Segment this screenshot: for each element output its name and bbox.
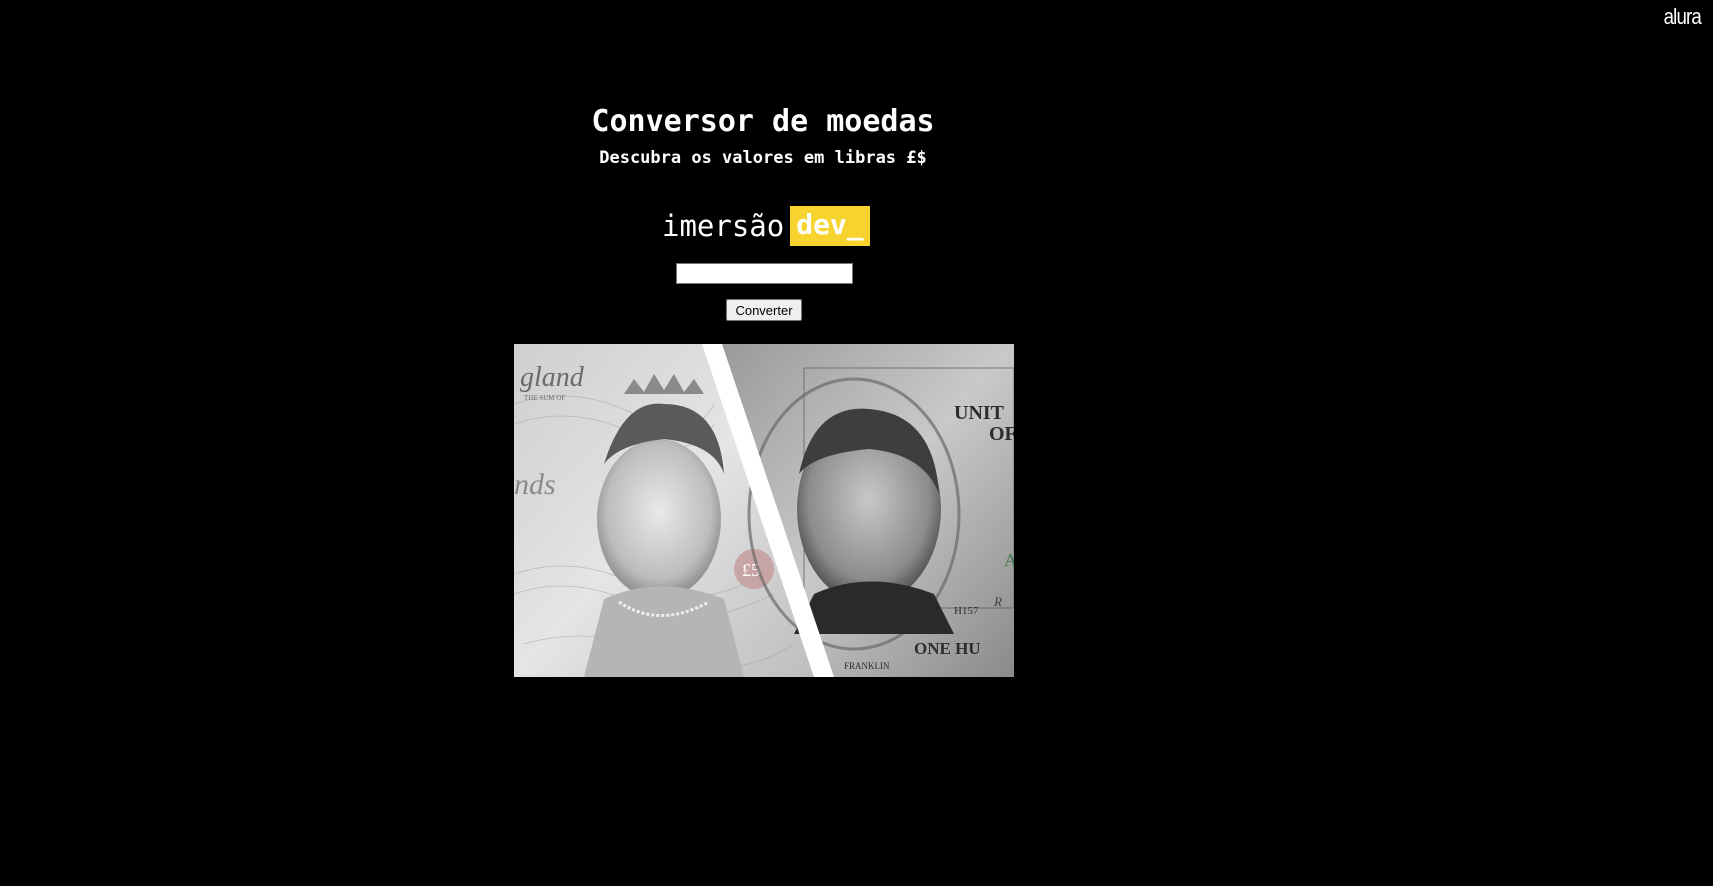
dollar-note-signature: R <box>993 594 1002 609</box>
window-edge <box>1713 0 1718 886</box>
pound-note-pounds-text: nds <box>514 468 556 501</box>
dollar-note-franklin-text: FRANKLIN <box>844 661 890 671</box>
imersao-dev-logo: imersão dev_ <box>662 205 870 247</box>
queen-portrait <box>597 439 721 599</box>
logo-light-text: imersão <box>662 209 785 243</box>
dollar-note-united-text: UNIT <box>954 402 1005 424</box>
dollar-note-one-hundred-text: ONE HU <box>914 639 981 658</box>
page-viewport: alura Conversor de moedas Descubra os va… <box>0 0 1713 886</box>
pound-note-text-england: gland <box>520 362 585 393</box>
dollar-note-green-letter: A <box>1004 550 1014 570</box>
alura-logo[interactable]: alura <box>1664 4 1702 30</box>
page-title: Conversor de moedas <box>591 104 935 139</box>
banknotes-image: gland THE SUM OF nds £5 UNIT OF H157 ONE… <box>514 344 1014 677</box>
page-subtitle: Descubra os valores em libras £$ <box>599 148 927 168</box>
pound-note-small-text: THE SUM OF <box>524 394 565 402</box>
logo-badge: dev_ <box>790 206 870 246</box>
convert-button[interactable]: Converter <box>726 299 802 321</box>
dollar-note-of-text: OF <box>989 423 1014 445</box>
amount-input[interactable] <box>676 263 853 284</box>
page: alura Conversor de moedas Descubra os va… <box>0 0 1718 886</box>
dollar-serial-text: H157 <box>954 605 979 617</box>
banknotes-illustration: gland THE SUM OF nds £5 UNIT OF H157 ONE… <box>514 344 1014 677</box>
